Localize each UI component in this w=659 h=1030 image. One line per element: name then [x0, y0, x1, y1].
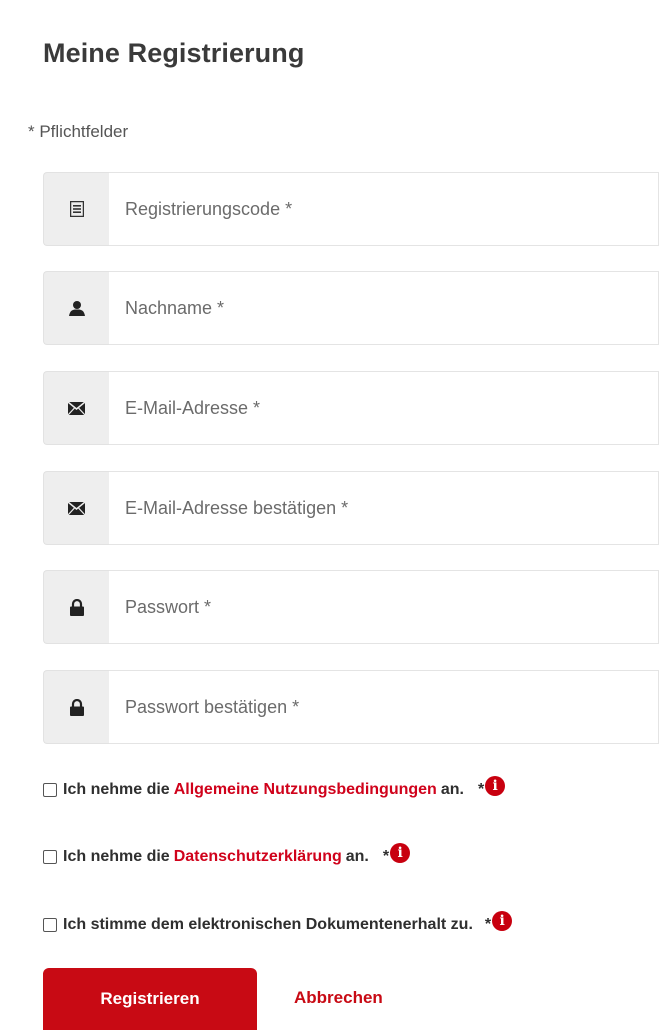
consent-text: Ich stimme dem elektronischen Dokumenten… [63, 916, 473, 933]
field-addon [43, 471, 109, 545]
password-field[interactable]: Passwort * [43, 570, 659, 644]
required-star: * [382, 848, 390, 865]
required-note: * Pflichtfelder [28, 122, 129, 141]
cancel-link[interactable]: Abbrechen [294, 988, 383, 1008]
registration-code-field[interactable]: Registrierungscode * [43, 172, 659, 246]
field-addon [43, 172, 109, 246]
consent-suffix: an. [345, 848, 369, 865]
email-input[interactable]: E-Mail-Adresse * [109, 371, 659, 445]
password-confirm-input[interactable]: Passwort bestätigen * [109, 670, 659, 744]
envelope-icon [68, 501, 85, 515]
envelope-icon [68, 401, 85, 415]
lock-icon [69, 598, 84, 616]
documents-consent-row: Ich stimme dem elektronischen Dokumenten… [43, 911, 513, 935]
lastname-field[interactable]: Nachname * [43, 271, 659, 345]
field-addon [43, 670, 109, 744]
password-confirm-field[interactable]: Passwort bestätigen * [43, 670, 659, 744]
field-addon [43, 271, 109, 345]
info-icon[interactable]: i [492, 911, 513, 931]
privacy-checkbox[interactable] [43, 850, 57, 864]
documents-checkbox[interactable] [43, 918, 57, 932]
page-title: Meine Registrierung [43, 38, 305, 68]
lastname-input[interactable]: Nachname * [109, 271, 659, 345]
terms-link[interactable]: Allgemeine Nutzungsbedingungen [174, 781, 437, 799]
consent-text: Ich nehme die [63, 848, 170, 865]
email-field[interactable]: E-Mail-Adresse * [43, 371, 659, 445]
lock-icon [69, 698, 84, 716]
required-star: * [477, 781, 485, 798]
password-input[interactable]: Passwort * [109, 570, 659, 644]
field-addon [43, 371, 109, 445]
info-icon[interactable]: i [390, 843, 411, 863]
email-confirm-input[interactable]: E-Mail-Adresse bestätigen * [109, 471, 659, 545]
email-confirm-field[interactable]: E-Mail-Adresse bestätigen * [43, 471, 659, 545]
terms-checkbox[interactable] [43, 783, 57, 797]
privacy-consent-row: Ich nehme die Datenschutzerklärung an. *… [43, 843, 411, 867]
terms-consent-row: Ich nehme die Allgemeine Nutzungsbedingu… [43, 776, 506, 800]
consent-text: Ich nehme die [63, 781, 170, 798]
user-icon [68, 300, 85, 316]
registration-code-input[interactable]: Registrierungscode * [109, 172, 659, 246]
consent-suffix: an. [440, 781, 464, 798]
privacy-link[interactable]: Datenschutzerklärung [174, 848, 342, 866]
required-star: * [484, 916, 492, 933]
list-icon [69, 201, 84, 217]
info-icon[interactable]: i [485, 776, 506, 796]
field-addon [43, 570, 109, 644]
register-button[interactable]: Registrieren [43, 968, 257, 1030]
